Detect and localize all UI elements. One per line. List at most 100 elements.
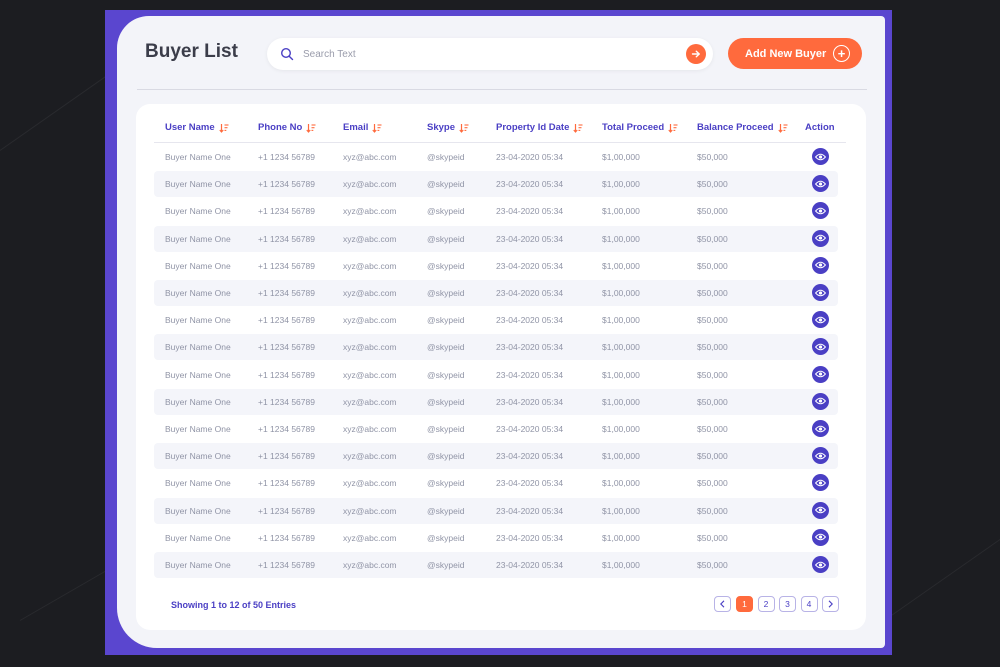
view-buyer-button[interactable] <box>812 284 829 301</box>
eye-icon <box>815 234 826 242</box>
chevron-left-icon <box>720 600 725 608</box>
pagination-page-2[interactable]: 2 <box>757 596 775 612</box>
pagination-next-button[interactable] <box>822 596 839 612</box>
cell-skype: @skypeid <box>427 288 465 298</box>
arrow-right-icon <box>691 50 700 58</box>
cell-skype: @skypeid <box>427 233 465 244</box>
view-buyer-button[interactable] <box>812 229 829 247</box>
table-row: Buyer Name One +1 1234 56789 xyz@abc.com @s… <box>154 171 838 198</box>
view-buyer-button[interactable] <box>812 474 829 492</box>
cell-phone-no: +1 1234 56789 <box>258 260 315 271</box>
view-buyer-button[interactable] <box>812 202 829 220</box>
cell-user-name: Buyer Name One <box>165 342 231 353</box>
view-buyer-button[interactable] <box>812 447 829 465</box>
cell-phone-no: +1 1234 56789 <box>258 560 315 570</box>
view-buyer-button[interactable] <box>812 256 829 274</box>
cell-total-proceed: $1,00,000 <box>602 424 640 434</box>
eye-icon <box>815 289 826 296</box>
cell-skype: @skypeid <box>427 179 465 190</box>
pagination-page-3[interactable]: 3 <box>779 596 796 612</box>
pagination-page-4[interactable]: 4 <box>800 596 818 612</box>
cell-user-name: Buyer Name One <box>165 505 231 516</box>
cell-phone-no: +1 1234 56789 <box>258 152 315 162</box>
cell-skype: @skypeid <box>427 260 465 271</box>
search-input[interactable] <box>303 44 673 64</box>
column-header-phone-no[interactable]: Phone No <box>258 122 316 133</box>
view-buyer-button[interactable] <box>812 311 829 329</box>
table-row: Buyer Name One +1 1234 56789 xyz@abc.com @s… <box>154 525 838 551</box>
cell-total-proceed: $1,00,000 <box>602 206 640 217</box>
sort-desc-icon <box>459 123 469 133</box>
cell-skype: @skypeid <box>427 505 465 516</box>
eye-icon <box>815 153 826 160</box>
cell-email: xyz@abc.com <box>343 505 397 516</box>
cell-email: xyz@abc.com <box>343 288 397 298</box>
cell-phone-no: +1 1234 56789 <box>258 505 315 516</box>
cell-user-name: Buyer Name One <box>165 206 231 217</box>
cell-property-id-date: 23-04-2020 05:34 <box>496 288 564 298</box>
cell-property-id-date: 23-04-2020 05:34 <box>496 396 564 407</box>
search-bar[interactable] <box>267 38 713 70</box>
view-buyer-button[interactable] <box>812 338 829 356</box>
view-buyer-button[interactable] <box>812 420 829 437</box>
cell-total-proceed: $1,00,000 <box>602 505 640 516</box>
cell-phone-no: +1 1234 56789 <box>258 532 315 543</box>
add-new-buyer-label: Add New Buyer <box>745 47 827 60</box>
cell-skype: @skypeid <box>427 560 465 570</box>
table-row: Buyer Name One +1 1234 56789 xyz@abc.com @s… <box>154 362 838 388</box>
cell-balance-proceed: $50,000 <box>697 179 728 190</box>
eye-icon <box>815 370 826 378</box>
table-row: Buyer Name One +1 1234 56789 xyz@abc.com @s… <box>154 443 838 470</box>
sort-desc-icon <box>306 123 316 133</box>
view-buyer-button[interactable] <box>812 365 829 383</box>
table-row: Buyer Name One +1 1234 56789 xyz@abc.com @s… <box>154 497 838 524</box>
column-header-user-name[interactable]: User Name <box>165 122 229 133</box>
cell-balance-proceed: $50,000 <box>697 233 728 244</box>
cell-skype: @skypeid <box>427 532 465 543</box>
cell-balance-proceed: $50,000 <box>697 206 728 217</box>
column-header-label: Email <box>343 122 369 133</box>
column-header-property-id-date[interactable]: Property Id Date <box>496 122 583 133</box>
cell-phone-no: +1 1234 56789 <box>258 369 315 380</box>
table-row: Buyer Name One +1 1234 56789 xyz@abc.com @s… <box>154 334 838 361</box>
cell-property-id-date: 23-04-2020 05:34 <box>496 451 564 462</box>
plus-circle-icon: + <box>833 45 850 62</box>
cell-email: xyz@abc.com <box>343 179 397 190</box>
add-new-buyer-button[interactable]: Add New Buyer + <box>728 38 862 69</box>
search-icon <box>280 47 294 61</box>
column-header-label: Total Proceed <box>602 122 665 133</box>
view-buyer-button[interactable] <box>812 556 829 573</box>
view-buyer-button[interactable] <box>812 501 829 519</box>
table-row: Buyer Name One +1 1234 56789 xyz@abc.com @s… <box>154 253 838 279</box>
cell-user-name: Buyer Name One <box>165 315 231 326</box>
cell-property-id-date: 23-04-2020 05:34 <box>496 424 564 434</box>
cell-skype: @skypeid <box>427 478 465 489</box>
column-header-total-proceed[interactable]: Total Proceed <box>602 122 678 133</box>
cell-total-proceed: $1,00,000 <box>602 233 640 244</box>
table-row: Buyer Name One +1 1234 56789 xyz@abc.com @s… <box>154 144 838 170</box>
view-buyer-button[interactable] <box>812 392 829 410</box>
cell-property-id-date: 23-04-2020 05:34 <box>496 152 564 162</box>
cell-total-proceed: $1,00,000 <box>602 342 640 353</box>
search-submit-button[interactable] <box>686 44 706 64</box>
cell-email: xyz@abc.com <box>343 260 397 271</box>
cell-user-name: Buyer Name One <box>165 396 231 407</box>
table-header: User Name Phone No Email Skype Property Id D… <box>136 104 866 144</box>
column-header-balance-proceed[interactable]: Balance Proceed <box>697 122 788 133</box>
cell-email: xyz@abc.com <box>343 478 397 489</box>
pagination-prev-button[interactable] <box>714 596 731 612</box>
pagination-page-1[interactable]: 1 <box>736 596 753 612</box>
sort-desc-icon <box>218 123 229 133</box>
view-buyer-button[interactable] <box>812 528 829 546</box>
cell-balance-proceed: $50,000 <box>697 560 728 570</box>
column-header-label: Skype <box>427 122 455 133</box>
cell-total-proceed: $1,00,000 <box>602 369 640 380</box>
view-buyer-button[interactable] <box>812 175 829 193</box>
view-buyer-button[interactable] <box>812 148 829 165</box>
column-header-skype[interactable]: Skype <box>427 122 469 133</box>
cell-balance-proceed: $50,000 <box>697 260 728 271</box>
sort-desc-icon <box>668 123 678 133</box>
column-header-email[interactable]: Email <box>343 122 382 133</box>
cell-total-proceed: $1,00,000 <box>602 478 640 489</box>
cell-email: xyz@abc.com <box>343 342 397 353</box>
